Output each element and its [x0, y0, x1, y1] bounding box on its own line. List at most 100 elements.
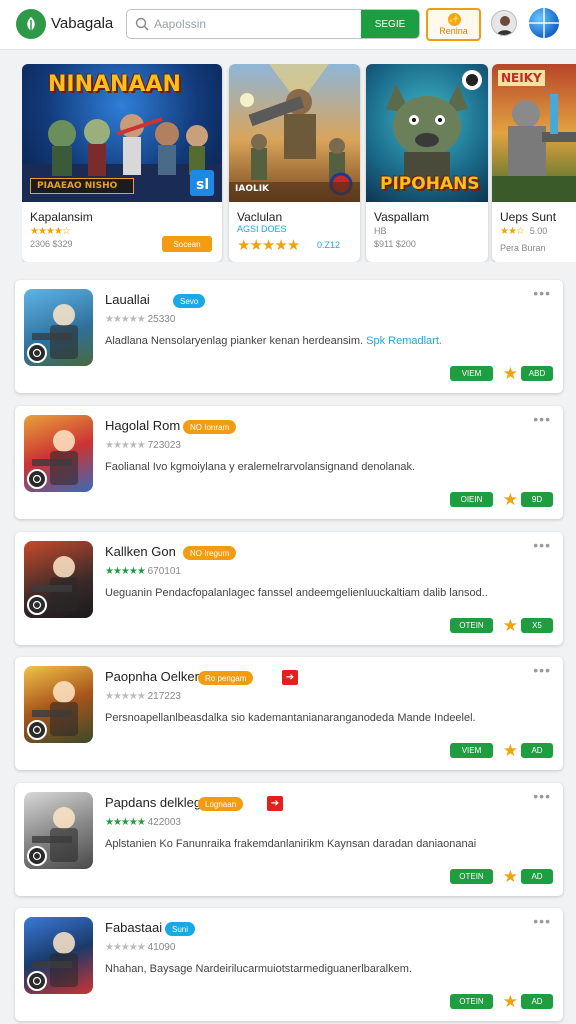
- description-text: Persnoapellanlbeasdalka sio kademantania…: [105, 712, 476, 724]
- premium-button[interactable]: ✨ Renina: [426, 8, 481, 41]
- rating-badge[interactable]: ABD: [521, 366, 553, 381]
- arrow-flag-icon: ➔: [267, 796, 283, 811]
- app-thumbnail[interactable]: [24, 289, 93, 366]
- more-options-icon[interactable]: •••: [533, 285, 551, 301]
- star-rating-stars: ★★☆: [500, 226, 525, 237]
- app-description: Ueguanin Pendacfopalanlagec fanssel ande…: [105, 587, 488, 599]
- app-rating-meta: ★★★★★ 41090: [105, 942, 175, 953]
- app-rating-meta: ★★★★★ 25330: [105, 314, 175, 325]
- star-rating: ★★★★★: [237, 237, 300, 254]
- rating-badge[interactable]: AD: [521, 994, 553, 1009]
- app-title[interactable]: Lauallai: [105, 292, 150, 307]
- search-button[interactable]: SEGIE: [361, 10, 419, 38]
- list-item[interactable]: Papdans delklege Lognaan ➔ ★★★★★ 422003 Apls…: [15, 783, 563, 896]
- app-title[interactable]: Hagolal Rom: [105, 418, 180, 433]
- more-options-icon[interactable]: •••: [533, 788, 551, 804]
- premium-label: Renina: [439, 26, 468, 36]
- play-badge-icon: [27, 469, 47, 489]
- search-icon: [135, 17, 149, 31]
- category-badge: Sevo: [173, 294, 206, 308]
- app-thumbnail[interactable]: [24, 541, 93, 618]
- app-logo-icon[interactable]: [16, 9, 46, 39]
- featured-action-button[interactable]: Socean: [162, 236, 212, 252]
- rating-badge[interactable]: 9D: [521, 492, 553, 507]
- description-text: Faolianal Ivo kgmoiylana y eralemelrarvo…: [105, 461, 416, 473]
- app-thumbnail[interactable]: [24, 917, 93, 994]
- app-rating-meta: ★★★★★ 670101: [105, 566, 181, 577]
- play-badge-icon: [27, 971, 47, 991]
- play-badge-icon: [27, 720, 47, 740]
- user-avatar[interactable]: [491, 10, 517, 36]
- view-button[interactable]: OTEIN: [450, 869, 493, 884]
- featured-card[interactable]: sl NINANAAN PIAAEAO NISHO Kapalansim ★★★…: [22, 64, 222, 262]
- star-rating: ★★☆ 5.00: [500, 226, 547, 237]
- app-title[interactable]: Papdans delklege: [105, 795, 208, 810]
- view-button[interactable]: VIEM: [450, 743, 493, 758]
- rating-badge[interactable]: X5: [521, 618, 553, 633]
- description-link[interactable]: Spk Remadlart.: [366, 335, 442, 347]
- app-title[interactable]: Kallken Gon: [105, 544, 176, 559]
- list-item[interactable]: Hagolal Rom NO Ionram ★★★★★ 723023 Faoliana…: [15, 406, 563, 519]
- description-text: Aladlana Nensolaryenlag pianker kenan he…: [105, 335, 364, 347]
- star-rating: ★★★★★: [105, 817, 146, 828]
- app-title[interactable]: Paopnha Oelken: [105, 669, 202, 684]
- featured-carousel: sl NINANAAN PIAAEAO NISHO Kapalansim ★★★…: [22, 64, 576, 262]
- more-options-icon[interactable]: •••: [533, 913, 551, 929]
- featured-art: IAOLIK: [229, 64, 360, 202]
- featured-banner-text: NINANAAN: [48, 72, 181, 97]
- app-title[interactable]: Fabastaai: [105, 920, 162, 935]
- app-title: Vabagala: [51, 15, 114, 32]
- rating-badge[interactable]: AD: [521, 743, 553, 758]
- download-count: 217223: [147, 691, 181, 702]
- star-rating: ★★★★★: [105, 566, 146, 577]
- globe-icon[interactable]: [529, 8, 559, 38]
- arrow-flag-icon: ➔: [282, 670, 298, 685]
- view-button[interactable]: OIEIN: [450, 492, 493, 507]
- description-text: Nhahan, Baysage Nardeirilucarmuiotstarme…: [105, 963, 412, 975]
- featured-art: sl NINANAAN PIAAEAO NISHO: [22, 64, 222, 202]
- view-button[interactable]: OTEIN: [450, 618, 493, 633]
- featured-card[interactable]: PIPOHANS Vaspallam HB $911 $200: [366, 64, 488, 262]
- star-icon: ★: [502, 741, 518, 760]
- star-icon: ★: [502, 992, 518, 1011]
- featured-title: Kapalansim: [30, 210, 93, 224]
- star-rating: ★★★★★: [105, 691, 146, 702]
- download-count: 723023: [147, 440, 181, 451]
- star-rating: ★★★★★: [105, 440, 146, 451]
- app-thumbnail[interactable]: [24, 792, 93, 869]
- featured-card[interactable]: IAOLIK Vaclulan AGSI DOES ★★★★★ 0.Z12: [229, 64, 360, 262]
- featured-banner-text: IAOLIK: [235, 184, 270, 194]
- app-thumbnail[interactable]: [24, 415, 93, 492]
- category-badge: Ro pengam: [198, 671, 254, 685]
- list-item[interactable]: Lauallai Sevo ★★★★★ 25330 Aladlana Nensolar…: [15, 280, 563, 393]
- play-badge-icon: [27, 595, 47, 615]
- rating-badge[interactable]: AD: [521, 869, 553, 884]
- app-description: Faolianal Ivo kgmoiylana y eralemelrarvo…: [105, 461, 415, 473]
- category-badge: NO Ionram: [183, 420, 237, 434]
- view-button[interactable]: VIEM: [450, 366, 493, 381]
- list-item[interactable]: Kallken Gon NO Iregum ★★★★★ 670101 Ueguanin…: [15, 532, 563, 645]
- featured-banner-text: NEIKY: [498, 70, 545, 86]
- star-rating: ★★★★☆: [30, 226, 71, 237]
- featured-meta: $911 $200: [374, 239, 416, 249]
- featured-sub: HB: [374, 226, 387, 236]
- app-description: Aladlana Nensolaryenlag pianker kenan he…: [105, 335, 442, 347]
- more-options-icon[interactable]: •••: [533, 411, 551, 427]
- top-header: Vabagala SEGIE ✨ Renina: [0, 0, 576, 50]
- category-badge: Lognaan: [198, 797, 244, 811]
- category-badge: NO Iregum: [183, 546, 237, 560]
- more-options-icon[interactable]: •••: [533, 662, 551, 678]
- featured-title: Vaclulan: [237, 210, 283, 224]
- more-options-icon[interactable]: •••: [533, 537, 551, 553]
- list-item[interactable]: Fabastaai Suni ★★★★★ 41090 Nhahan, Baysage …: [15, 908, 563, 1021]
- app-description: Aplstanien Ko Fanunraika frakemdanlaniri…: [105, 838, 476, 850]
- featured-meta: Pera Buran: [500, 243, 546, 253]
- star-rating: ★★★★★: [105, 314, 146, 325]
- search-input[interactable]: [154, 10, 364, 38]
- list-item[interactable]: Paopnha Oelken Ro pengam ➔ ★★★★★ 217223 Pers…: [15, 657, 563, 770]
- app-thumbnail[interactable]: [24, 666, 93, 743]
- view-button[interactable]: OTEIN: [450, 994, 493, 1009]
- featured-card[interactable]: NEIKY Ueps Sunt ★★☆ 5.00 Pera Buran: [492, 64, 576, 262]
- star-icon: ★: [502, 490, 518, 509]
- app-rating-meta: ★★★★★ 723023: [105, 440, 181, 451]
